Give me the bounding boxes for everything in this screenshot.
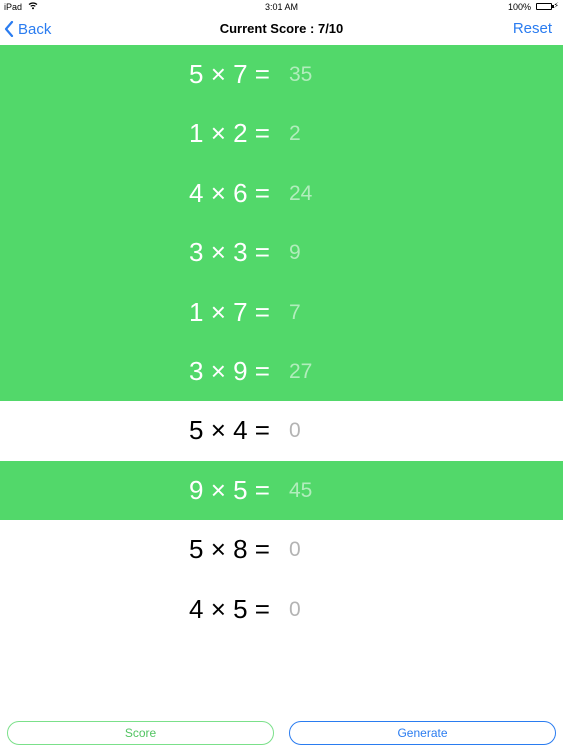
problem-row: 5 × 4 = 0 (0, 401, 563, 461)
equation-label: 3 × 9 = (189, 355, 270, 386)
equation-label: 1 × 2 = (189, 118, 270, 149)
equation-label: 4 × 6 = (189, 177, 270, 208)
problem-row: 5 × 8 = 0 (0, 520, 563, 580)
answer-field[interactable]: 45 (289, 461, 369, 520)
problem-row: 4 × 5 = 0 (0, 579, 563, 639)
equation-label: 9 × 5 = (189, 474, 270, 505)
equation-label: 4 × 5 = (189, 593, 270, 624)
problem-list: 5 × 7 = 35 1 × 2 = 2 4 × 6 = 24 3 × 3 = 9 1 × 7 … (0, 45, 563, 639)
score-button[interactable]: Score (7, 721, 274, 745)
answer-field[interactable]: 35 (289, 45, 369, 104)
answer-field[interactable]: 0 (289, 401, 369, 460)
charging-icon: ⚡ (553, 1, 559, 10)
navigation-bar: Back Current Score : 7/10 Reset (0, 14, 563, 45)
equation-label: 3 × 3 = (189, 237, 270, 268)
reset-button[interactable]: Reset (513, 20, 552, 37)
problem-row: 1 × 7 = 7 (0, 282, 563, 342)
problem-row: 3 × 3 = 9 (0, 223, 563, 283)
status-bar: iPad 3:01 AM 100% ⚡ (0, 0, 563, 14)
answer-field[interactable]: 27 (289, 342, 369, 401)
answer-field[interactable]: 9 (289, 223, 369, 282)
status-time: 3:01 AM (264, 2, 299, 12)
answer-field[interactable]: 0 (289, 520, 369, 579)
equation-label: 5 × 4 = (189, 415, 270, 446)
problem-row: 1 × 2 = 2 (0, 104, 563, 164)
problem-row: 3 × 9 = 27 (0, 341, 563, 402)
problem-row: 9 × 5 = 45 (0, 460, 563, 521)
generate-button[interactable]: Generate (289, 721, 556, 745)
equation-label: 1 × 7 = (189, 296, 270, 327)
problem-row: 5 × 7 = 35 (0, 45, 563, 105)
answer-field[interactable]: 7 (289, 283, 369, 342)
equation-label: 5 × 7 = (189, 59, 270, 89)
answer-field[interactable]: 0 (289, 580, 369, 639)
page-title: Current Score : 7/10 (219, 21, 344, 36)
problem-row: 4 × 6 = 24 (0, 163, 563, 224)
answer-field[interactable]: 2 (289, 104, 369, 163)
answer-field[interactable]: 24 (289, 164, 369, 223)
battery-icon (536, 3, 554, 10)
equation-label: 5 × 8 = (189, 534, 270, 565)
battery-percentage: 100% (507, 2, 531, 12)
